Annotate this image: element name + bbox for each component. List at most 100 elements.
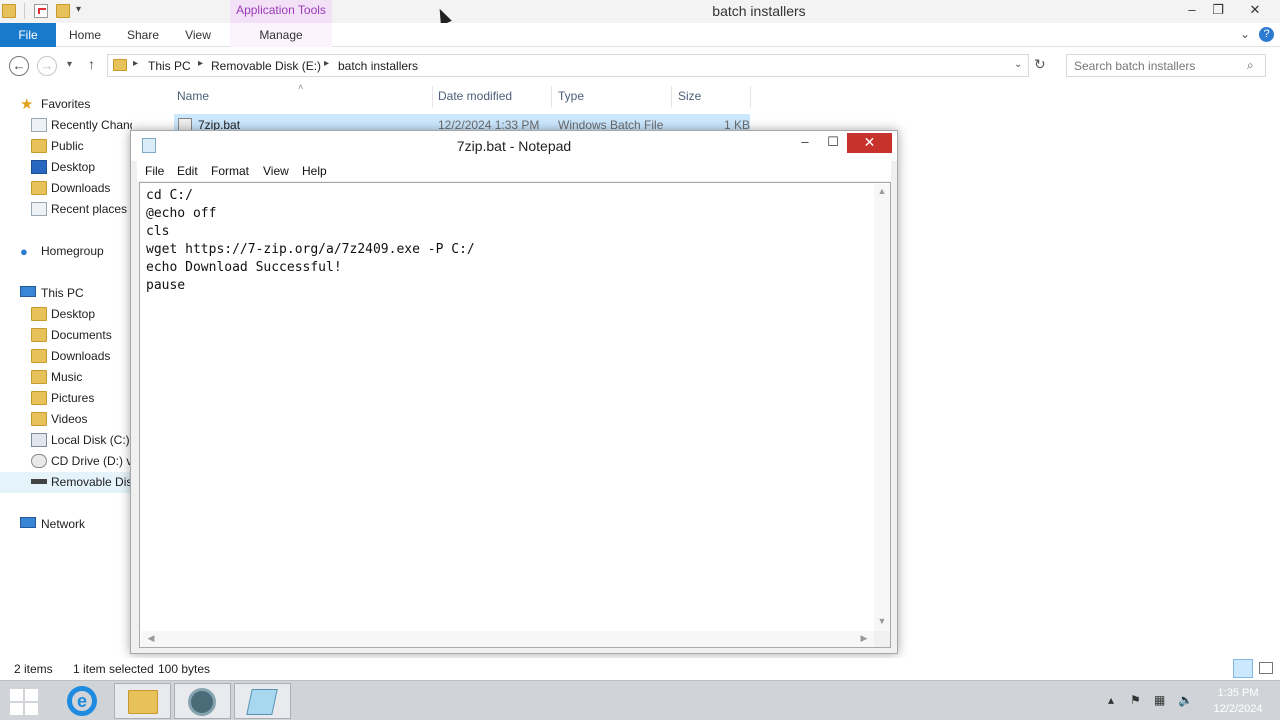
tab-home[interactable]: Home xyxy=(60,23,110,47)
breadcrumb-separator-icon[interactable]: ▸ xyxy=(324,58,329,69)
breadcrumb-batch-installers[interactable]: batch installers xyxy=(338,59,418,73)
tab-file[interactable]: File xyxy=(0,23,56,47)
taskbar-clock[interactable]: 1:35 PM 12/2/2024 xyxy=(1206,685,1270,717)
restore-button[interactable]: ❐ xyxy=(1203,0,1233,22)
column-header-name[interactable]: Name xyxy=(177,89,209,103)
menu-file[interactable]: File xyxy=(145,164,164,178)
menu-format[interactable]: Format xyxy=(211,164,249,178)
status-bar: 2 items 1 item selected 100 bytes xyxy=(0,658,1280,680)
drive-icon xyxy=(31,433,47,447)
column-divider[interactable] xyxy=(750,86,751,108)
recent-places-icon xyxy=(31,202,47,216)
nav-recent-places[interactable]: Recent places xyxy=(0,199,132,220)
nav-pictures[interactable]: Pictures xyxy=(0,388,132,409)
desktop-icon xyxy=(31,160,47,174)
help-icon[interactable]: ? xyxy=(1259,27,1274,42)
taskbar-internet-explorer[interactable]: e xyxy=(54,683,111,719)
folder-icon xyxy=(31,139,47,153)
tab-share[interactable]: Share xyxy=(118,23,168,47)
resize-grip-icon[interactable] xyxy=(874,631,890,647)
status-selection: 1 item selected xyxy=(73,662,154,676)
nav-recently-changed[interactable]: Recently Changed xyxy=(0,115,132,136)
start-button[interactable] xyxy=(10,689,40,715)
notepad-title-bar[interactable]: 7zip.bat - Notepad – ☐ ✕ xyxy=(131,131,897,161)
expand-ribbon-icon[interactable]: ⌄ xyxy=(1240,27,1250,41)
close-button[interactable]: ✕ xyxy=(1240,0,1270,22)
tab-manage[interactable]: Manage xyxy=(230,23,332,47)
scroll-down-icon[interactable]: ▼ xyxy=(874,616,890,626)
breadcrumb-separator-icon[interactable]: ▸ xyxy=(133,58,138,69)
windows-logo-pane xyxy=(10,703,23,715)
menu-view[interactable]: View xyxy=(263,164,289,178)
column-divider[interactable] xyxy=(551,86,552,108)
vertical-scrollbar[interactable]: ▲ ▼ xyxy=(874,184,890,631)
status-size: 100 bytes xyxy=(158,662,211,676)
address-bar[interactable]: ▸ This PC ▸ Removable Disk (E:) ▸ batch … xyxy=(107,54,1029,77)
nav-desktop[interactable]: Desktop xyxy=(0,157,132,178)
action-center-flag-icon[interactable]: ⚑ xyxy=(1130,693,1141,707)
nav-downloads[interactable]: Downloads xyxy=(0,178,132,199)
downloads-folder-icon xyxy=(31,181,47,195)
homegroup-icon: ● xyxy=(20,244,28,259)
nav-cd-drive[interactable]: CD Drive (D:) vi xyxy=(0,451,132,472)
scroll-left-icon[interactable]: ◀ xyxy=(143,633,159,644)
column-header-size[interactable]: Size xyxy=(678,89,701,103)
horizontal-scrollbar[interactable]: ◀ ▶ xyxy=(141,631,874,647)
taskbar-notepad[interactable] xyxy=(234,683,291,719)
address-dropdown-icon[interactable]: ⌄ xyxy=(1014,59,1022,70)
nav-this-pc[interactable]: This PC xyxy=(0,283,132,304)
recent-locations-icon[interactable]: ▾ xyxy=(67,59,72,70)
videos-folder-icon xyxy=(31,412,47,426)
network-icon xyxy=(20,517,36,528)
sort-ascending-icon: ˄ xyxy=(298,82,304,92)
nav-pc-downloads[interactable]: Downloads xyxy=(0,346,132,367)
forward-button[interactable]: → xyxy=(37,56,57,76)
details-view-icon[interactable] xyxy=(1233,659,1253,678)
volume-muted-icon[interactable]: 🔈 xyxy=(1178,693,1193,707)
breadcrumb-separator-icon[interactable]: ▸ xyxy=(198,58,203,69)
nav-local-disk[interactable]: Local Disk (C:) xyxy=(0,430,132,451)
scroll-right-icon[interactable]: ▶ xyxy=(856,633,872,644)
up-button[interactable]: ↑ xyxy=(88,56,95,72)
nav-videos[interactable]: Videos xyxy=(0,409,132,430)
search-input[interactable]: Search batch installers ⌕ xyxy=(1066,54,1266,77)
nav-music[interactable]: Music xyxy=(0,367,132,388)
window-title: batch installers xyxy=(712,3,806,19)
back-button[interactable]: ← xyxy=(9,56,29,76)
nav-pc-desktop[interactable]: Desktop xyxy=(0,304,132,325)
breadcrumb-removable-disk[interactable]: Removable Disk (E:) xyxy=(211,59,321,73)
tab-view[interactable]: View xyxy=(176,23,220,47)
column-header-date[interactable]: Date modified xyxy=(438,89,512,103)
nav-homegroup[interactable]: ● Homegroup xyxy=(0,241,132,262)
menu-help[interactable]: Help xyxy=(302,164,327,178)
large-icons-view-icon[interactable] xyxy=(1259,662,1273,674)
taskbar-file-explorer[interactable] xyxy=(114,683,171,719)
menu-edit[interactable]: Edit xyxy=(177,164,198,178)
refresh-button[interactable]: ↻ xyxy=(1034,56,1046,73)
pictures-folder-icon xyxy=(31,391,47,405)
column-divider[interactable] xyxy=(432,86,433,108)
computer-icon xyxy=(20,286,36,297)
notepad-minimize-button[interactable]: – xyxy=(791,133,819,153)
network-status-icon[interactable]: ▦ xyxy=(1154,693,1165,707)
nav-favorites[interactable]: ★ Favorites xyxy=(0,94,132,115)
nav-removable-disk[interactable]: Removable Dis xyxy=(0,472,132,493)
nav-public[interactable]: Public xyxy=(0,136,132,157)
notepad-close-button[interactable]: ✕ xyxy=(847,133,892,153)
nav-documents[interactable]: Documents xyxy=(0,325,132,346)
breadcrumb-this-pc[interactable]: This PC xyxy=(148,59,191,73)
column-header-type[interactable]: Type xyxy=(558,89,584,103)
taskbar-network-app[interactable] xyxy=(174,683,231,719)
notepad-content[interactable]: cd C:/ @echo off cls wget https://7-zip.… xyxy=(146,187,475,295)
windows-logo-pane xyxy=(25,689,38,701)
show-hidden-icons-icon[interactable]: ▴ xyxy=(1108,693,1114,707)
column-divider[interactable] xyxy=(671,86,672,108)
scroll-up-icon[interactable]: ▲ xyxy=(874,186,890,196)
folder-icon xyxy=(31,307,47,321)
nav-network[interactable]: Network xyxy=(0,514,132,535)
clock-time: 1:35 PM xyxy=(1217,687,1259,699)
notepad-maximize-button[interactable]: ☐ xyxy=(819,133,847,153)
documents-folder-icon xyxy=(31,328,47,342)
status-item-count: 2 items xyxy=(14,662,53,676)
notepad-text-area[interactable]: cd C:/ @echo off cls wget https://7-zip.… xyxy=(139,182,891,648)
